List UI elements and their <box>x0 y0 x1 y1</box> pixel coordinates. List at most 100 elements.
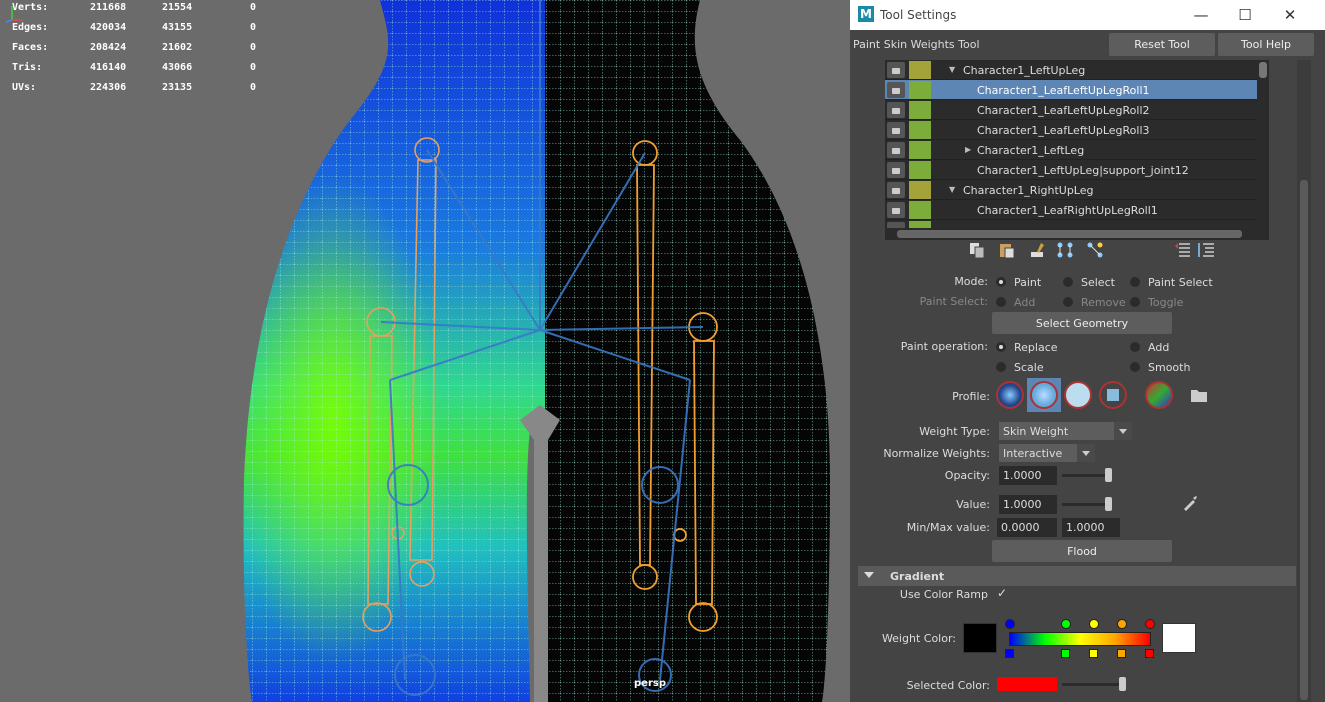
weight-color-high-swatch[interactable] <box>1162 623 1196 653</box>
eyedropper-icon[interactable] <box>1182 495 1198 511</box>
tool-help-button[interactable]: Tool Help <box>1218 33 1314 56</box>
ramp-stop-delete-yellow[interactable] <box>1089 649 1098 658</box>
ramp-stop-delete-green[interactable] <box>1061 649 1070 658</box>
hud-row-edges: Edges: 420034 43155 0 <box>12 22 257 33</box>
profile-label: Profile: <box>952 390 990 403</box>
mode-paint-select-radio[interactable] <box>1130 277 1140 287</box>
vscroll-thumb[interactable] <box>1259 62 1267 78</box>
lock-icon[interactable] <box>887 162 905 178</box>
normalize-weights-dropdown[interactable]: Interactive <box>999 444 1095 462</box>
weight-type-dropdown[interactable]: Skin Weight <box>999 422 1132 440</box>
influence-list[interactable]: ▼ Character1_LeftUpLeg Character1_LeafLeft… <box>885 60 1257 228</box>
use-color-ramp-checkbox[interactable]: ✓ <box>997 587 1009 599</box>
ps-toggle-radio[interactable] <box>1130 297 1140 307</box>
window-titlebar[interactable]: M Tool Settings — ☐ ✕ <box>850 0 1325 30</box>
opacity-field[interactable]: 1.0000 <box>999 466 1057 485</box>
close-button[interactable]: ✕ <box>1275 4 1305 26</box>
influence-row[interactable]: Character1_LeafLeftUpLegRoll2 <box>885 100 1257 120</box>
profile-soft-icon[interactable] <box>1030 381 1058 409</box>
value-label: Value: <box>956 498 990 511</box>
ps-remove-radio[interactable] <box>1063 297 1073 307</box>
min-value-field[interactable]: 0.0000 <box>997 518 1057 537</box>
lock-icon[interactable] <box>887 142 905 158</box>
influence-name: Character1_LeafLeftUpLegRoll2 <box>977 104 1150 117</box>
ramp-stop-green[interactable] <box>1061 619 1071 629</box>
flood-button[interactable]: Flood <box>992 540 1172 562</box>
opacity-slider-knob[interactable] <box>1105 468 1112 482</box>
influence-color-swatch[interactable] <box>909 61 931 79</box>
influence-row[interactable]: Character1_LeafRightUpLegRoll1 <box>885 200 1257 220</box>
paste-weights-icon[interactable] <box>997 240 1017 260</box>
3d-viewport[interactable]: Verts: 211668 21554 0 Edges: 420034 43155 0 Fa… <box>0 0 850 702</box>
weight-color-low-swatch[interactable] <box>963 623 997 653</box>
value-slider-knob[interactable] <box>1105 497 1112 511</box>
ramp-stop-red[interactable] <box>1145 619 1155 629</box>
profile-image-icon[interactable] <box>1145 381 1173 409</box>
influence-row[interactable]: Character1_LeafLeftUpLegRoll3 <box>885 120 1257 140</box>
panel-scroll-thumb[interactable] <box>1300 180 1308 700</box>
copy-weights-icon[interactable] <box>967 240 987 260</box>
lock-icon[interactable] <box>887 82 905 98</box>
selected-color-swatch[interactable] <box>997 677 1057 691</box>
maximize-button[interactable]: ☐ <box>1230 4 1260 26</box>
weight-hammer-icon[interactable] <box>1027 240 1047 260</box>
hscroll-thumb[interactable] <box>897 230 1242 238</box>
influence-color-swatch[interactable] <box>909 221 931 228</box>
ramp-stop-delete-orange[interactable] <box>1117 649 1126 658</box>
expanded-triangle-icon[interactable]: ▼ <box>949 185 955 194</box>
ramp-stop-delete-blue[interactable] <box>1005 649 1014 658</box>
gradient-section-header[interactable]: Gradient <box>858 566 1296 586</box>
ramp-stop-blue[interactable] <box>1005 619 1015 629</box>
lock-icon[interactable] <box>887 182 905 198</box>
op-add-radio[interactable] <box>1130 342 1140 352</box>
influence-row[interactable]: ▼ Character1_LeftUpLeg <box>885 60 1257 80</box>
selected-color-slider[interactable] <box>1062 683 1126 686</box>
value-field[interactable]: 1.0000 <box>999 495 1057 514</box>
profile-gaussian-icon[interactable] <box>996 381 1024 409</box>
mode-paint-radio[interactable] <box>996 277 1006 287</box>
collapsed-triangle-icon[interactable]: ▶ <box>965 145 971 154</box>
select-geometry-button[interactable]: Select Geometry <box>992 312 1172 334</box>
influence-color-swatch[interactable] <box>909 161 931 179</box>
profile-square-icon[interactable] <box>1099 381 1127 409</box>
influence-row[interactable]: Character1_LeafLeftUpLegRoll1 <box>885 80 1257 100</box>
expanded-triangle-icon[interactable]: ▼ <box>949 65 955 74</box>
influence-list-hscroll[interactable] <box>885 228 1269 240</box>
lock-icon[interactable] <box>887 122 905 138</box>
lock-icon[interactable] <box>887 202 905 218</box>
influence-row[interactable]: ▶ Character1_LeftLeg <box>885 140 1257 160</box>
influence-row[interactable] <box>885 220 1257 228</box>
influence-color-swatch[interactable] <box>909 121 931 139</box>
influence-row[interactable]: ▼ Character1_RightUpLeg <box>885 180 1257 200</box>
ramp-stop-yellow[interactable] <box>1089 619 1099 629</box>
influence-row[interactable]: Character1_LeftUpLeg|support_joint12 <box>885 160 1257 180</box>
ps-add-radio[interactable] <box>996 297 1006 307</box>
influence-color-swatch[interactable] <box>909 81 931 99</box>
selected-color-slider-knob[interactable] <box>1119 677 1126 691</box>
ramp-stop-delete-red[interactable] <box>1145 649 1154 658</box>
influence-color-swatch[interactable] <box>909 101 931 119</box>
color-ramp-bar[interactable] <box>1009 632 1151 646</box>
sort-alpha-icon[interactable] <box>1173 240 1193 260</box>
max-value-field[interactable]: 1.0000 <box>1062 518 1120 537</box>
ramp-stop-orange[interactable] <box>1117 619 1127 629</box>
influence-list-vscroll[interactable] <box>1257 60 1269 228</box>
lock-icon[interactable] <box>887 102 905 118</box>
influence-color-swatch[interactable] <box>909 141 931 159</box>
panel-scrollbar[interactable] <box>1297 60 1311 702</box>
show-influences-icon[interactable] <box>1085 240 1105 260</box>
reset-tool-button[interactable]: Reset Tool <box>1109 33 1215 56</box>
lock-icon[interactable] <box>887 62 905 78</box>
mode-select-radio[interactable] <box>1063 277 1073 287</box>
op-scale-radio[interactable] <box>996 362 1006 372</box>
sort-hierarchy-icon[interactable] <box>1197 240 1217 260</box>
profile-solid-icon[interactable] <box>1064 381 1092 409</box>
axis-gizmo-icon <box>5 6 22 23</box>
move-weights-icon[interactable] <box>1055 240 1075 260</box>
minimize-button[interactable]: — <box>1186 4 1216 26</box>
influence-color-swatch[interactable] <box>909 181 931 199</box>
op-smooth-radio[interactable] <box>1130 362 1140 372</box>
folder-icon[interactable] <box>1190 387 1208 403</box>
op-replace-radio[interactable] <box>996 342 1006 352</box>
influence-color-swatch[interactable] <box>909 201 931 219</box>
